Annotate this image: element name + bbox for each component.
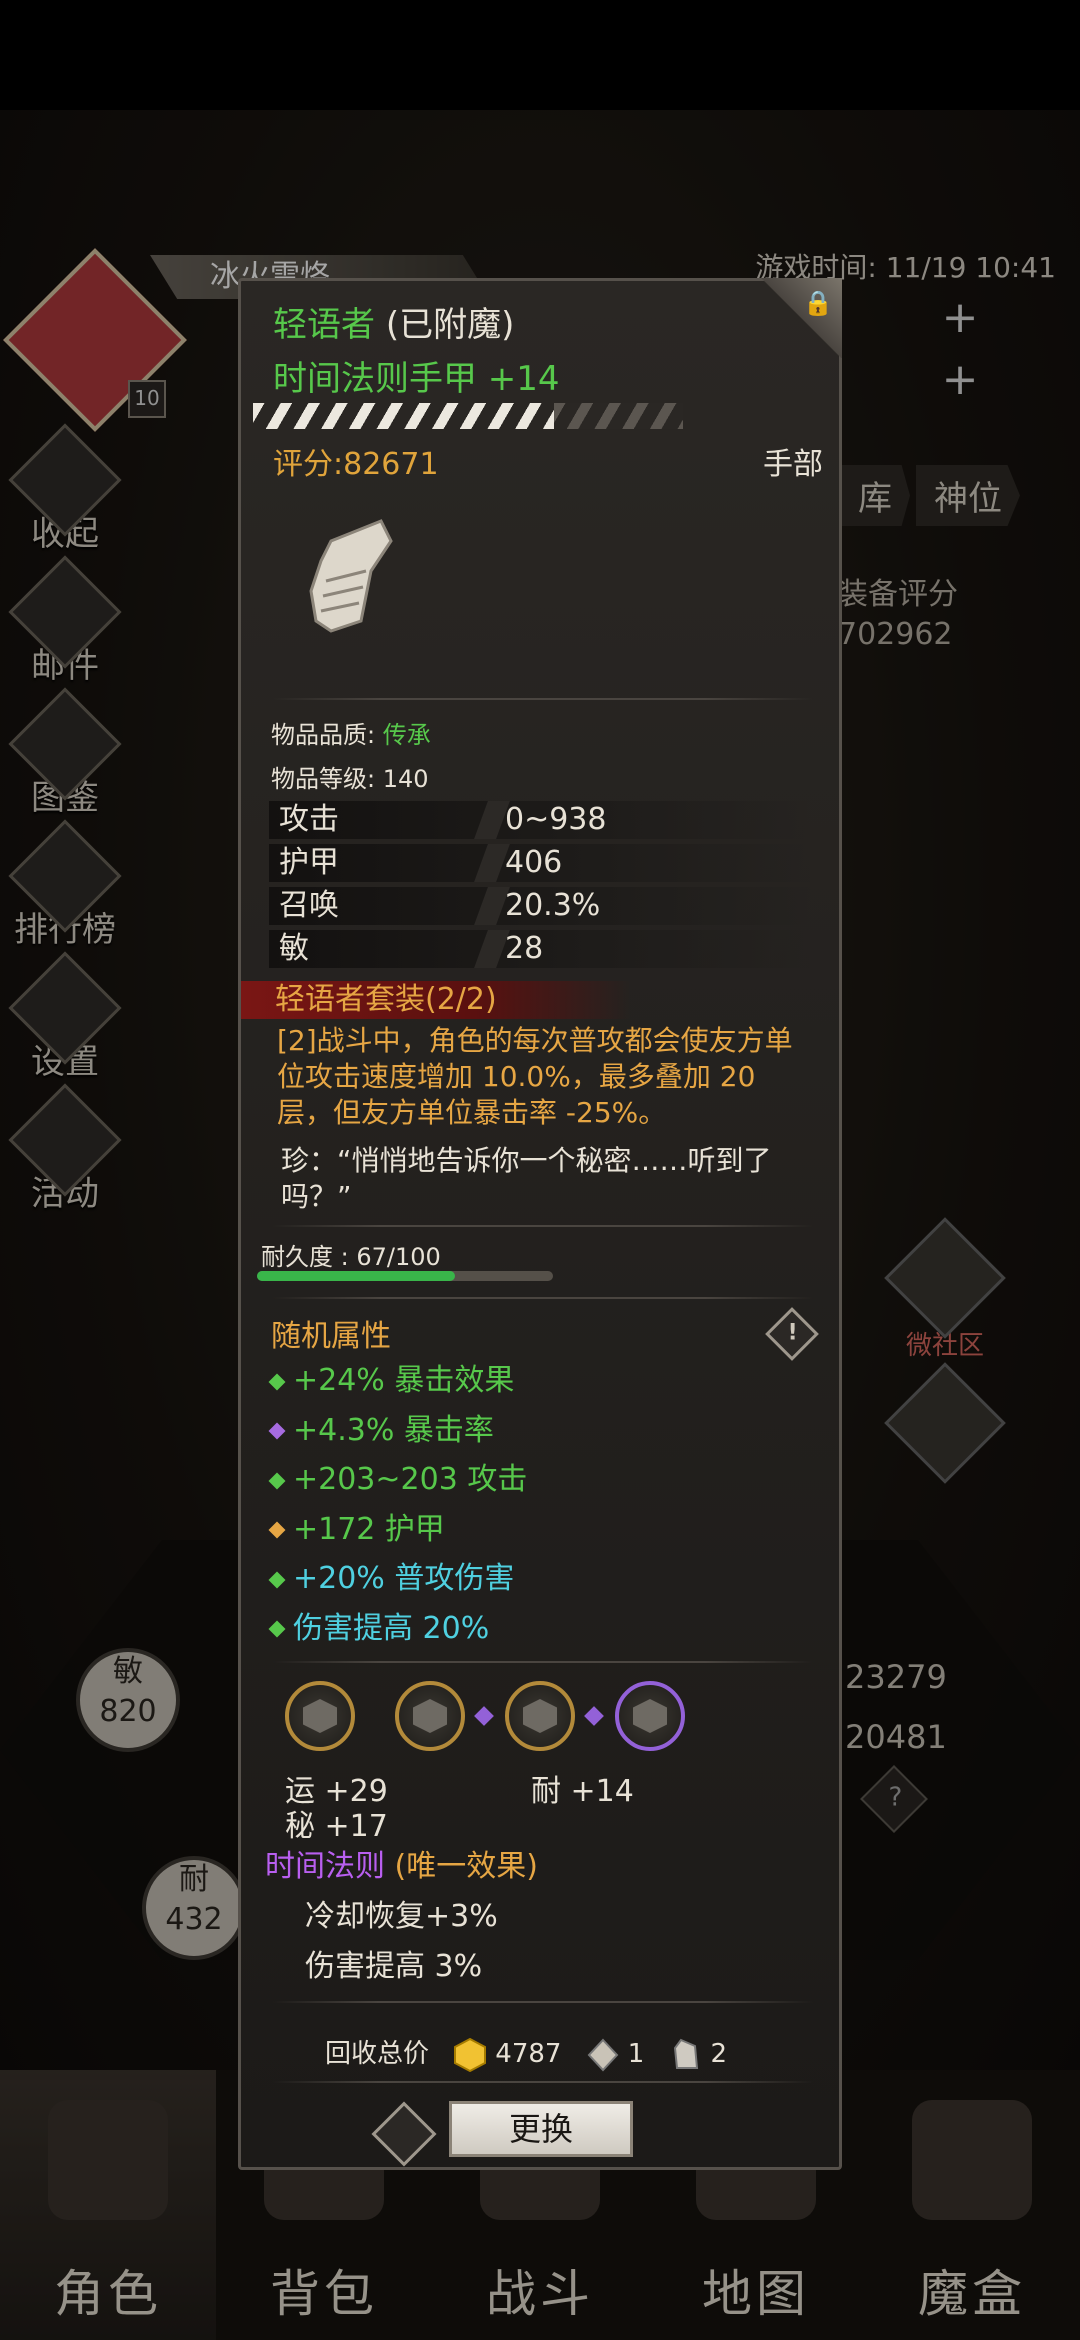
item-title: 时间法则手甲 +14 [273, 359, 560, 399]
item-star-bar [253, 403, 683, 429]
gold-coin-icon [454, 2037, 487, 2072]
divider [273, 1297, 813, 1299]
durability-label: 耐久度 : 67/100 [261, 1243, 441, 1271]
set-title: 轻语者套装(2/2) [275, 982, 497, 1017]
lock-icon[interactable]: 🔒 [803, 289, 833, 317]
random-attribute-row: +20% 普攻伤害 [268, 1553, 514, 1597]
item-quality: 物品品质: 传承 [271, 721, 431, 749]
random-attribute-row: +172 护甲 [268, 1504, 445, 1548]
rune-stone-icon [587, 2038, 619, 2071]
divider [273, 2001, 813, 2003]
crystal-shard-icon [673, 2038, 698, 2069]
bullet-icon [268, 1571, 286, 1588]
item-score: 评分:82671 [273, 447, 439, 482]
item-flavor-quote: 珍：“悄悄地告诉你一个秘密……听到了吗？” [281, 1144, 772, 1213]
random-attribute-row: 伤害提高 20% [268, 1603, 489, 1647]
bullet-icon [268, 1521, 286, 1539]
divider [273, 2081, 813, 2083]
recycle-price: 回收总价 4787 1 2 [325, 2033, 727, 2072]
gauntlet-icon [309, 519, 393, 633]
set-description: [2]战斗中，角色的每次普攻都会使友方单位攻击速度增加 10.0%，最多叠加 2… [277, 1024, 793, 1129]
warning-icon[interactable]: ! [765, 1307, 819, 1361]
item-level: 物品等级: 140 [271, 765, 429, 793]
random-attribute-row: +203~203 攻击 [268, 1454, 527, 1498]
random-attribute-row: +24% 暴击效果 [268, 1355, 514, 1399]
stat-row: 召唤 20.3% [269, 887, 813, 925]
gem-socket[interactable] [285, 1681, 355, 1751]
gem-link-icon [474, 1706, 494, 1726]
random-attribute-row: +4.3% 暴击率 [268, 1405, 494, 1449]
share-icon[interactable] [371, 2101, 437, 2167]
durability-fill [257, 1271, 456, 1281]
swap-button[interactable]: 更换 [449, 2101, 633, 2157]
law-title: 时间法则 (唯一效果) [265, 1849, 538, 1884]
item-name: 轻语者 (已附魔) [273, 305, 515, 345]
gem-stat: 耐 +14 [531, 1774, 634, 1809]
gem-socket[interactable] [505, 1681, 575, 1751]
bullet-icon [268, 1620, 286, 1638]
durability-bar [257, 1271, 553, 1281]
stat-row: 敏 28 [269, 930, 813, 968]
item-slot: 手部 [763, 447, 823, 482]
law-effect: 伤害提高 3% [305, 1949, 483, 1984]
gem-socket[interactable] [395, 1681, 465, 1751]
gem-stat: 秘 +17 [285, 1809, 388, 1844]
bullet-icon [268, 1422, 286, 1440]
gem-link-icon [584, 1706, 604, 1726]
gem-socket[interactable] [615, 1681, 685, 1751]
random-attributes-title: 随机属性 [271, 1319, 391, 1354]
stat-row: 攻击 0~938 [269, 801, 813, 839]
divider [273, 1225, 813, 1227]
item-tooltip: 🔒 轻语者 (已附魔) 时间法则手甲 +14 评分:82671 手部 物品品质:… [238, 278, 842, 2170]
bullet-icon [268, 1472, 286, 1489]
stat-row: 护甲 406 [269, 844, 813, 882]
law-effect: 冷却恢复+3% [305, 1899, 498, 1934]
bullet-icon [268, 1373, 286, 1390]
divider [273, 698, 813, 700]
divider [273, 1661, 813, 1663]
